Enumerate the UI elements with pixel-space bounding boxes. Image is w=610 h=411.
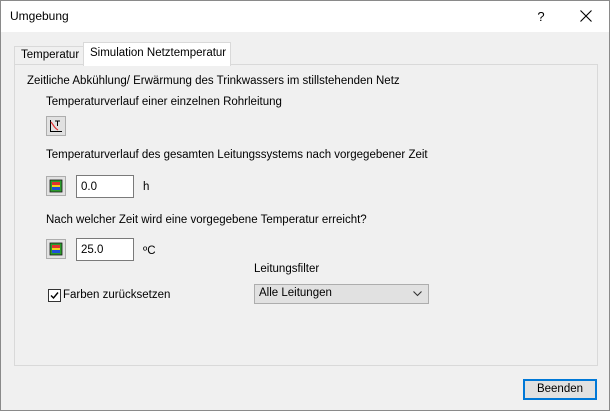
help-button[interactable]: ? (523, 1, 559, 32)
temperature-unit: ºC (143, 245, 156, 257)
close-window-button[interactable] (566, 1, 606, 32)
target-temperature-button[interactable] (46, 239, 66, 259)
target-temperature-label: Nach welcher Zeit wird eine vorgegebene … (46, 214, 367, 226)
time-input[interactable] (76, 175, 134, 198)
network-color-icon (49, 242, 63, 256)
system-label: Temperaturverlauf des gesamten Leitungss… (46, 149, 428, 161)
single-pipe-graph-button[interactable] (46, 116, 66, 136)
time-unit: h (143, 181, 150, 193)
network-color-icon (49, 179, 63, 193)
tab-simulation-netztemperatur[interactable]: Simulation Netztemperatur (83, 42, 231, 66)
close-icon (580, 10, 592, 22)
filter-label: Leitungsfilter (254, 263, 320, 275)
chevron-down-icon (413, 291, 422, 297)
temperature-input[interactable] (76, 238, 134, 261)
tab-temperatur[interactable]: Temperatur (14, 46, 92, 65)
reset-colors-checkbox[interactable] (48, 289, 61, 302)
checkmark-icon (50, 292, 59, 300)
system-simulation-button[interactable] (46, 176, 66, 196)
single-pipe-label: Temperaturverlauf einer einzelnen Rohrle… (46, 96, 282, 108)
beenden-button[interactable]: Beenden (523, 379, 597, 400)
title-bar: Umgebung ? (1, 1, 609, 32)
section-heading: Zeitliche Abkühlung/ Erwärmung des Trink… (27, 75, 400, 87)
reset-colors-label[interactable]: Farben zurücksetzen (63, 289, 170, 301)
filter-select[interactable]: Alle Leitungen (254, 284, 429, 304)
filter-select-value: Alle Leitungen (259, 287, 332, 299)
dialog-window: Umgebung ? Temperatur Simulation Netztem… (0, 0, 610, 411)
window-title: Umgebung (10, 9, 69, 23)
tab-panel: Zeitliche Abkühlung/ Erwärmung des Trink… (14, 64, 598, 366)
temperature-graph-icon (50, 120, 62, 132)
